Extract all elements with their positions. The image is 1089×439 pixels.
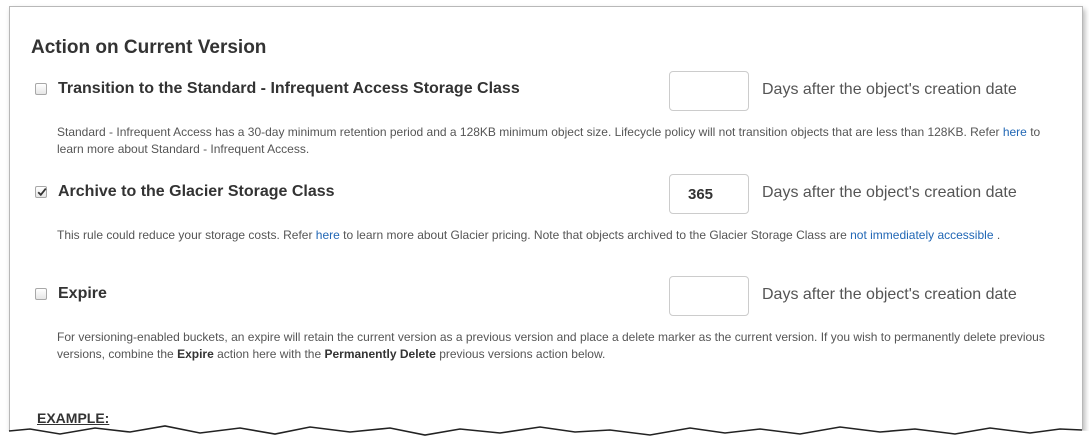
expire-label: Expire xyxy=(58,285,107,302)
lifecycle-panel: Action on Current Version Transition to … xyxy=(9,6,1083,435)
transition-label: Transition to the Standard - Infrequent … xyxy=(58,80,520,97)
archive-checkbox[interactable] xyxy=(35,186,47,198)
expire-days-input[interactable] xyxy=(669,276,749,316)
transition-description: Standard - Infrequent Access has a 30-da… xyxy=(57,125,1041,156)
archive-description: This rule could reduce your storage cost… xyxy=(57,228,1001,242)
section-title: Action on Current Version xyxy=(31,37,267,58)
not-immediately-accessible-link[interactable]: not immediately accessible xyxy=(850,228,993,242)
expire-checkbox[interactable] xyxy=(35,288,47,300)
transition-days-suffix: Days after the object's creation date xyxy=(762,81,1017,98)
transition-here-link[interactable]: here xyxy=(1003,125,1027,139)
expire-description: For versioning-enabled buckets, an expir… xyxy=(57,330,1045,361)
glacier-here-link[interactable]: here xyxy=(316,228,340,242)
torn-edge xyxy=(0,425,1089,439)
archive-days-suffix: Days after the object's creation date xyxy=(762,184,1017,201)
archive-row: Archive to the Glacier Storage Class Day… xyxy=(31,174,1074,214)
archive-days-input[interactable] xyxy=(669,174,749,214)
transition-row: Transition to the Standard - Infrequent … xyxy=(31,71,1074,111)
transition-days-input[interactable] xyxy=(669,71,749,111)
checkmark-icon xyxy=(37,188,47,197)
archive-label: Archive to the Glacier Storage Class xyxy=(58,183,335,200)
expire-row: Expire Days after the object's creation … xyxy=(31,276,1074,316)
expire-days-suffix: Days after the object's creation date xyxy=(762,286,1017,303)
transition-checkbox[interactable] xyxy=(35,83,47,95)
